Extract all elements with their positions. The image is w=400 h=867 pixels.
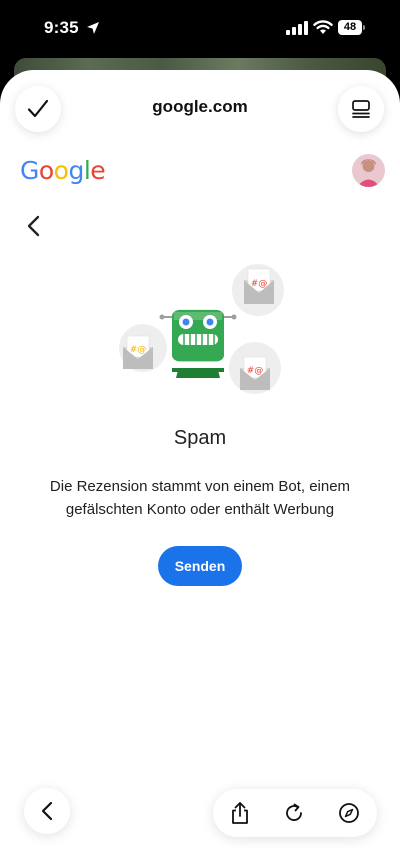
compass-icon	[339, 803, 359, 823]
chevron-left-icon	[41, 801, 53, 821]
account-avatar[interactable]	[352, 154, 385, 187]
logo-letter: o	[53, 156, 69, 185]
share-icon	[232, 802, 248, 824]
checkmark-icon	[27, 99, 49, 118]
page-back-button[interactable]	[20, 212, 48, 240]
chevron-left-icon	[27, 215, 40, 237]
svg-text:#@: #@	[251, 279, 268, 289]
browser-toolbar	[213, 789, 377, 837]
battery-level: 48	[338, 20, 362, 35]
browser-back-button[interactable]	[24, 788, 70, 834]
done-button[interactable]	[15, 86, 61, 132]
battery-icon: 48	[338, 20, 366, 36]
compass-button[interactable]	[337, 801, 361, 825]
svg-text:#@: #@	[130, 345, 147, 355]
google-logo[interactable]: Google	[20, 156, 106, 185]
reload-icon	[286, 803, 302, 821]
browser-sheet: google.com Google #@ #@ #@ Spam Die Reze…	[0, 70, 400, 867]
status-time: 9:35	[44, 18, 79, 37]
cellular-signal-icon	[286, 21, 308, 35]
logo-letter: G	[20, 156, 39, 185]
page-description: Die Rezension stammt von einem Bot, eine…	[49, 478, 351, 518]
status-bar: 9:35 48	[0, 0, 400, 60]
send-button[interactable]: Senden	[158, 546, 242, 586]
tabs-button[interactable]	[338, 86, 384, 132]
reload-button[interactable]	[282, 801, 306, 825]
share-button[interactable]	[228, 801, 252, 825]
page-title: Spam	[173, 427, 227, 449]
logo-letter: o	[38, 156, 54, 185]
spam-bot-illustration: #@ #@ #@	[119, 264, 284, 394]
wifi-icon	[313, 20, 333, 34]
location-arrow-icon	[87, 22, 99, 34]
svg-text:#@: #@	[247, 366, 264, 376]
logo-letter: g	[68, 156, 84, 185]
logo-letter: e	[90, 156, 106, 185]
tabs-icon	[352, 100, 370, 118]
address-bar-url[interactable]: google.com	[100, 97, 300, 117]
